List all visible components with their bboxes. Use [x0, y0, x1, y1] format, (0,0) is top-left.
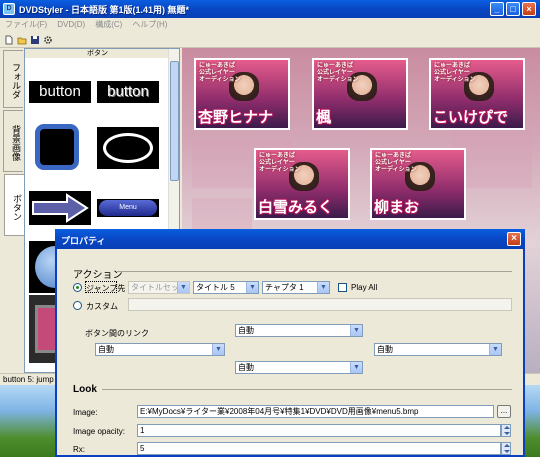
close-button[interactable]: ×: [522, 2, 536, 16]
menu-button-2[interactable]: にゅーあきば 公式レイヤー オーディション 楓: [312, 58, 408, 130]
thumb-tag: にゅーあきば 公式レイヤー オーディション: [199, 63, 241, 83]
chevron-down-icon: ▼: [489, 344, 501, 355]
ellipse-shape: [103, 133, 153, 163]
palette-header: ボタン: [25, 49, 170, 58]
dialog-body: アクション ジャンプ先 タイトルセット 1 ▼ タイトル 5 ▼ チャプタ 1 ▼ P…: [57, 249, 523, 457]
chapter-value: チャプタ 1: [265, 283, 304, 292]
chevron-down-icon: ▼: [212, 344, 224, 355]
chevron-down-icon: ▼: [177, 282, 189, 293]
tab-folder[interactable]: フォルダ: [3, 50, 23, 108]
dialog-titlebar[interactable]: プロパティ ×: [55, 229, 525, 249]
tab-background[interactable]: 背景画像: [3, 110, 23, 172]
window-title: DVDStyler - 日本語版 第1版(1.41用) 無題*: [19, 5, 190, 15]
action-section-title: アクション: [73, 270, 123, 281]
link-label: ボタン間のリンク: [85, 329, 149, 338]
image-path-field[interactable]: E:¥MyDocs¥ライター業¥2008年04月号¥特集1¥DVD¥DVD用画像…: [137, 405, 494, 418]
image-label: Image:: [73, 408, 98, 417]
tab-buttons-label: ボタン: [12, 193, 22, 221]
new-icon[interactable]: [4, 35, 14, 45]
tab-background-label: 背景画像: [11, 125, 21, 161]
rx-spinner[interactable]: [501, 442, 511, 455]
opacity-label: Image opacity:: [73, 427, 126, 436]
palette-button-rounded-square[interactable]: [33, 122, 81, 172]
palette-button-ellipse[interactable]: [97, 127, 159, 169]
palette-button-text-2[interactable]: button: [97, 81, 159, 103]
thumb-name: こいけぴで: [433, 109, 509, 126]
menu-config[interactable]: 構成(C): [90, 18, 127, 31]
menu-button-1[interactable]: にゅーあきば 公式レイヤー オーディション 杏野ヒナナ: [194, 58, 290, 130]
jump-radio[interactable]: [73, 283, 82, 292]
settings-icon[interactable]: [43, 35, 53, 45]
arrow-icon: [32, 193, 89, 223]
thumb-name: 白雪みるく: [258, 199, 334, 216]
dialog-title: プロパティ: [61, 236, 106, 246]
link-right-select[interactable]: 自動 ▼: [374, 343, 502, 356]
link-up-value: 自動: [238, 326, 254, 335]
palette-button-menu-label: Menu: [99, 200, 157, 216]
menu-dvd[interactable]: DVD(D): [52, 19, 90, 30]
custom-radio[interactable]: [73, 301, 82, 310]
thumb-tag: にゅーあきば 公式レイヤー オーディション: [259, 153, 301, 173]
title-select[interactable]: タイトル 5 ▼: [193, 281, 259, 294]
rx-label: Rx:: [73, 445, 85, 454]
chevron-down-icon: ▼: [350, 362, 362, 373]
link-right-value: 自動: [377, 345, 393, 354]
thumb-tag: にゅーあきば 公式レイヤー オーディション: [375, 153, 417, 173]
play-all-label: Play All: [351, 283, 378, 292]
custom-label: カスタム: [86, 302, 118, 311]
thumb-name: 楓: [316, 109, 332, 126]
rounded-square-shape: [35, 124, 79, 170]
menu-button-4[interactable]: にゅーあきば 公式レイヤー オーディション 白雪みるく: [254, 148, 350, 220]
palette-button-text-2-label: button: [107, 83, 149, 100]
scrollbar-thumb[interactable]: [170, 61, 179, 181]
minimize-button[interactable]: _: [490, 2, 504, 16]
open-icon[interactable]: [17, 35, 27, 45]
menu-button-5[interactable]: にゅーあきば 公式レイヤー オーディション 柳まお: [370, 148, 466, 220]
titleset-select[interactable]: タイトルセット 1 ▼: [128, 281, 190, 294]
chevron-down-icon: ▼: [246, 282, 258, 293]
opacity-field[interactable]: 1: [137, 424, 501, 437]
thumb-name: 杏野ヒナナ: [198, 109, 274, 126]
chevron-down-icon: ▼: [317, 282, 329, 293]
play-all-checkbox[interactable]: [338, 283, 347, 292]
look-section-title: Look: [73, 384, 97, 395]
app-icon: D: [3, 3, 15, 15]
main-titlebar[interactable]: D DVDStyler - 日本語版 第1版(1.41用) 無題* _ □ ×: [0, 0, 540, 18]
link-left-select[interactable]: 自動 ▼: [95, 343, 225, 356]
palette-button-arrow[interactable]: [29, 191, 91, 225]
side-tabs: フォルダ 背景画像 ボタン: [0, 48, 24, 373]
thumb-tag: にゅーあきば 公式レイヤー オーディション: [317, 63, 359, 83]
opacity-spinner[interactable]: [501, 424, 511, 437]
palette-button-text-1-label: button: [39, 83, 81, 100]
tab-buttons[interactable]: ボタン: [4, 174, 24, 236]
link-left-value: 自動: [98, 345, 114, 354]
chapter-select[interactable]: チャプタ 1 ▼: [262, 281, 330, 294]
properties-dialog: プロパティ × アクション ジャンプ先 タイトルセット 1 ▼ タイトル 5 ▼ チ…: [55, 229, 525, 457]
palette-button-menu[interactable]: Menu: [97, 199, 159, 217]
menu-button-3[interactable]: にゅーあきば 公式レイヤー オーディション こいけぴで: [429, 58, 525, 130]
divider: [117, 271, 512, 272]
dialog-close-button[interactable]: ×: [507, 232, 521, 246]
chevron-down-icon: ▼: [350, 325, 362, 336]
toolbar: [0, 32, 540, 48]
rx-field[interactable]: 5: [137, 442, 501, 455]
title-value: タイトル 5: [196, 283, 235, 292]
tab-folder-label: フォルダ: [11, 63, 21, 99]
link-up-select[interactable]: 自動 ▼: [235, 324, 363, 337]
jump-label: ジャンプ先: [86, 284, 126, 293]
menubar: ファイル(F) DVD(D) 構成(C) ヘルプ(H): [0, 18, 540, 32]
browse-button[interactable]: ...: [497, 405, 511, 418]
save-icon[interactable]: [30, 35, 40, 45]
palette-button-text-1[interactable]: button: [29, 81, 91, 103]
menu-file[interactable]: ファイル(F): [0, 18, 52, 31]
link-down-select[interactable]: 自動 ▼: [235, 361, 363, 374]
maximize-button[interactable]: □: [506, 2, 520, 16]
menu-help[interactable]: ヘルプ(H): [127, 18, 172, 31]
thumb-name: 柳まお: [374, 199, 420, 216]
link-down-value: 自動: [238, 363, 254, 372]
divider: [102, 389, 512, 390]
thumb-tag: にゅーあきば 公式レイヤー オーディション: [434, 63, 476, 83]
custom-action-field[interactable]: [128, 298, 512, 311]
